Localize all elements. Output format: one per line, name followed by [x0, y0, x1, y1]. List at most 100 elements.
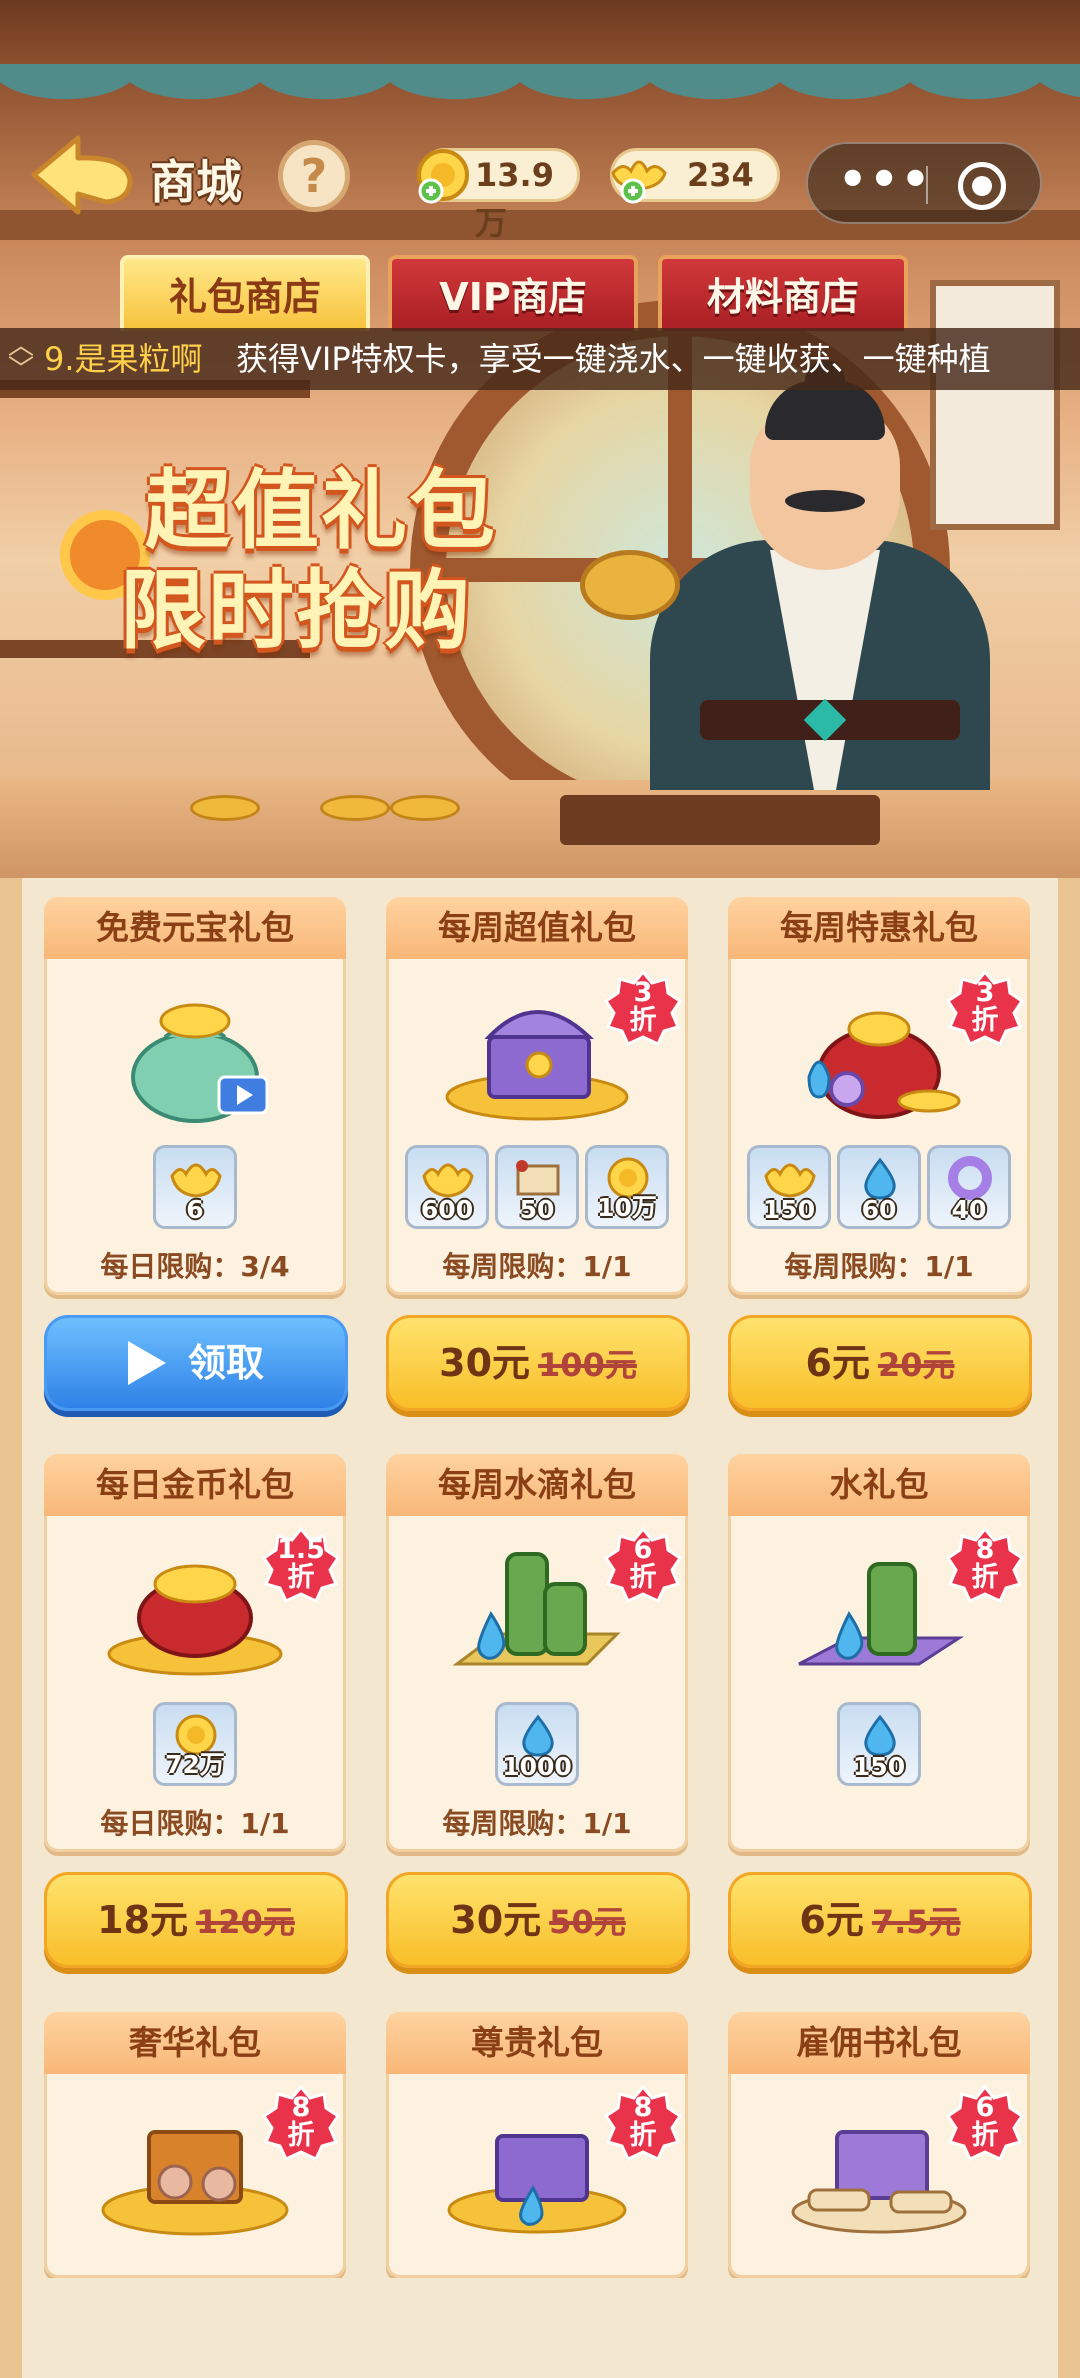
shop-tabs: 礼包商店 VIP商店 材料商店 [0, 255, 1080, 331]
coin-icon [320, 795, 390, 821]
reward-item: 60 [837, 1145, 921, 1229]
discount-value: 6 [975, 2092, 995, 2123]
money-bag-icon [131, 1003, 269, 1123]
item-quantity: 6 [186, 1195, 204, 1224]
pack-items: 150 60 40 [728, 1145, 1030, 1229]
tab-material-shop[interactable]: 材料商店 [658, 255, 908, 331]
close-target-icon[interactable] [958, 162, 1006, 210]
pack-title: 水礼包 [728, 1454, 1030, 1516]
discount-unit: 折 [287, 1562, 315, 1593]
buy-button[interactable]: 6元 20元 [728, 1315, 1032, 1411]
reward-item: 1000 [495, 1702, 579, 1786]
page-title: 商城 [150, 155, 242, 209]
pack-card: 水礼包 8折 150 [728, 1454, 1030, 1852]
discount-unit: 折 [629, 1562, 657, 1593]
coin-icon [190, 795, 260, 821]
purchase-limit: 每日限购：1/1 [100, 1807, 290, 1840]
price: 18元 [97, 1898, 189, 1942]
buy-button[interactable]: 30元 50元 [386, 1872, 690, 1968]
play-icon [127, 1340, 166, 1385]
discount-badge: 1.5 折 [261, 1526, 341, 1604]
discount-value: 1.5 [277, 1534, 325, 1565]
discount-value: 8 [633, 2092, 653, 2123]
discount-value: 3 [975, 977, 995, 1008]
pack-card: 每周水滴礼包 6折 1000 每周限购：1/1 [386, 1454, 688, 1852]
scroll-arrows-icon: ︿ ﹀ [7, 331, 34, 385]
shop-counter [0, 780, 1080, 880]
buy-button[interactable]: 30元 100元 [386, 1315, 690, 1411]
price: 30元 [439, 1341, 531, 1385]
reward-item: 150 [747, 1145, 831, 1229]
pack-title: 雇佣书礼包 [728, 2012, 1030, 2074]
original-price: 100元 [538, 1346, 637, 1384]
reward-item: 50 [495, 1145, 579, 1229]
more-menu-icon[interactable]: ••• [838, 154, 930, 214]
claim-label: 领取 [187, 1341, 264, 1385]
price: 6元 [799, 1898, 864, 1942]
tab-gift-shop[interactable]: 礼包商店 [120, 255, 370, 331]
claim-button[interactable]: 领取 [44, 1315, 348, 1411]
original-price: 50元 [549, 1903, 626, 1941]
discount-value: 8 [975, 1534, 995, 1565]
discount-unit: 折 [971, 1005, 999, 1036]
original-price: 20元 [877, 1346, 955, 1384]
original-price: 120元 [196, 1903, 295, 1941]
pack-items: 72万 [44, 1702, 346, 1786]
bottom-padding [22, 2278, 1058, 2378]
pack-items: 150 [728, 1702, 1030, 1786]
pack-card: 尊贵礼包 8折 [386, 2012, 688, 2278]
back-arrow-icon [31, 135, 133, 215]
marquee-user: 9.是果粒啊 [44, 340, 203, 378]
pack-title: 每周水滴礼包 [386, 1454, 688, 1516]
discount-badge: 6折 [945, 2084, 1025, 2162]
pack-card: 每日金币礼包 1.5 折 72万 每日限购：1/1 [44, 1454, 346, 1852]
help-button[interactable]: ? [278, 140, 350, 212]
ingot-balance[interactable]: 234 [610, 148, 780, 204]
purchase-limit: 每周限购：1/1 [784, 1250, 974, 1283]
discount-badge: 6折 [603, 1526, 683, 1604]
coin-balance[interactable]: 13.9万 [417, 148, 580, 242]
character-mustache [785, 490, 865, 512]
discount-unit: 折 [971, 1562, 999, 1593]
buy-button[interactable]: 18元 120元 [44, 1872, 348, 1968]
reward-item: 40 [927, 1145, 1011, 1229]
discount-value: 3 [633, 977, 653, 1008]
item-quantity: 150 [852, 1752, 906, 1781]
discount-unit: 折 [629, 1005, 657, 1036]
reward-item: 72万 [153, 1702, 237, 1786]
announcement-marquee: ︿ ﹀ 9.是果粒啊 获得VIP特权卡，享受一键浇水、一键收获、一键种植 [0, 328, 1080, 390]
item-quantity: 72万 [165, 1750, 225, 1779]
reward-item: 6 [153, 1145, 237, 1229]
item-quantity: 600 [420, 1195, 474, 1224]
reward-item: 10万 [585, 1145, 669, 1229]
miniprogram-capsule: ••• [806, 142, 1042, 224]
purchase-limit: 每周限购：1/1 [442, 1250, 632, 1283]
discount-value: 8 [291, 2092, 311, 2123]
pack-card: 奢华礼包 8折 [44, 2012, 346, 2278]
pack-title: 每周超值礼包 [386, 897, 688, 959]
gold-ingot-plus-icon [611, 160, 667, 204]
item-quantity: 40 [951, 1195, 987, 1224]
purchase-limit: 每周限购：1/1 [442, 1807, 632, 1840]
pack-title: 免费元宝礼包 [44, 897, 346, 959]
tab-vip-shop[interactable]: VIP商店 [388, 255, 638, 331]
discount-unit: 折 [629, 2120, 657, 2151]
promo-line-2: 限时抢购 [120, 561, 472, 661]
coin-amount: 13.9万 [475, 156, 554, 242]
pack-title: 尊贵礼包 [386, 2012, 688, 2074]
pack-items: 1000 [386, 1702, 688, 1786]
back-button[interactable] [26, 130, 136, 220]
marquee-message: 获得VIP特权卡，享受一键浇水、一键收获、一键种植 [236, 340, 991, 378]
coin-icon [390, 795, 460, 821]
pack-items: 600 50 10万 [386, 1145, 688, 1229]
item-quantity: 150 [762, 1195, 816, 1224]
top-bar: 商城 ? 13.9万 234 ••• [0, 130, 1080, 242]
capsule-divider [926, 166, 928, 204]
item-quantity: 1000 [502, 1752, 572, 1781]
discount-badge: 3折 [603, 969, 683, 1047]
price: 6元 [805, 1341, 870, 1385]
buy-button[interactable]: 6元 7.5元 [728, 1872, 1032, 1968]
pack-card: 雇佣书礼包 6折 [728, 2012, 1030, 2278]
pack-title: 每日金币礼包 [44, 1454, 346, 1516]
discount-unit: 折 [287, 2120, 315, 2151]
